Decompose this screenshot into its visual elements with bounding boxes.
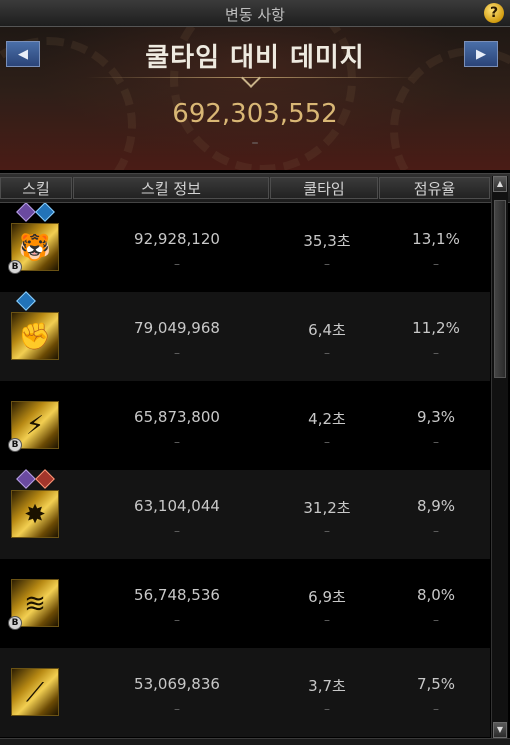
scrollbar-thumb[interactable]: [494, 200, 506, 378]
b-mark-icon: B: [8, 616, 22, 630]
table-header: 스킬 스킬 정보 쿨타임 점유율: [0, 173, 510, 203]
purple-rune-icon: [16, 469, 36, 489]
skill-share: 9,3%: [416, 408, 456, 426]
header-cooldown[interactable]: 쿨타임: [270, 177, 378, 199]
skill-cooldown: 31,2초: [303, 499, 351, 517]
skill-cooldown-change: –: [324, 524, 330, 538]
help-icon[interactable]: ?: [484, 3, 504, 23]
skill-glyph: ⟋: [25, 678, 45, 708]
table-row[interactable]: ≋ B 56,748,536 6,9초 8,0% – – –: [0, 559, 490, 648]
header-skill-info[interactable]: 스킬 정보: [73, 177, 269, 199]
table-row[interactable]: 🐯 B 92,928,120 35,3초 13,1% – – –: [0, 203, 490, 292]
red-rune-icon: [35, 469, 55, 489]
fist-strike-icon[interactable]: ✊: [11, 312, 59, 360]
table-row[interactable]: ✊ 79,049,968 6,4초 11,2% – – –: [0, 291, 490, 381]
skill-share: 13,1%: [412, 230, 460, 248]
total-damage-value: 692,303,552: [172, 99, 338, 129]
skill-cooldown-change: –: [324, 346, 330, 360]
purple-rune-icon: [16, 203, 36, 222]
skill-damage: 63,104,044: [134, 497, 220, 515]
table-row[interactable]: ⚡ B 65,873,800 4,2초 9,3% – – –: [0, 381, 490, 470]
skill-damage-change: –: [174, 524, 180, 538]
skill-share: 11,2%: [412, 319, 460, 337]
window-titlebar: 변동 사항 ?: [0, 0, 510, 27]
skill-glyph: ⚡: [25, 411, 45, 441]
skill-share-change: –: [433, 524, 439, 538]
skill-share: 7,5%: [416, 675, 456, 693]
skill-share-change: –: [433, 346, 439, 360]
scrollbar[interactable]: ▲ ▼: [491, 176, 508, 738]
skill-cooldown: 3,7초: [308, 677, 346, 695]
skill-share-change: –: [433, 702, 439, 716]
table-row[interactable]: ⟋ 53,069,836 3,7초 7,5% – – –: [0, 648, 490, 737]
skill-damage: 56,748,536: [134, 586, 220, 604]
skill-glyph: ✸: [24, 500, 46, 530]
skill-cooldown-change: –: [324, 613, 330, 627]
skill-cooldown: 35,3초: [303, 232, 351, 250]
skill-share-change: –: [433, 257, 439, 271]
skill-cooldown: 4,2초: [308, 410, 346, 428]
skill-cooldown: 6,4초: [308, 321, 346, 339]
b-mark-icon: B: [8, 438, 22, 452]
skill-damage-change: –: [174, 702, 180, 716]
skill-share-change: –: [433, 435, 439, 449]
skill-share: 8,9%: [416, 497, 456, 515]
skill-share-change: –: [433, 613, 439, 627]
banner-title: 쿨타임 대비 데미지: [145, 43, 365, 73]
explosion-icon[interactable]: ✸: [11, 490, 59, 538]
table-row[interactable]: ✸ 63,104,044 31,2초 8,9% – – –: [0, 469, 490, 559]
window-title: 변동 사항: [225, 6, 285, 24]
skill-list: 🐯 B 92,928,120 35,3초 13,1% – – – ✊ 79,049,968 6,4초…: [0, 203, 490, 737]
scroll-down-icon[interactable]: ▼: [493, 722, 507, 738]
header-share[interactable]: 점유율: [379, 177, 490, 199]
summary-banner: ◀ ▶ 쿨타임 대비 데미지 692,303,552 –: [0, 27, 510, 170]
scroll-up-icon[interactable]: ▲: [493, 176, 507, 192]
skill-damage-change: –: [174, 613, 180, 627]
skill-cooldown: 6,9초: [308, 588, 346, 606]
skill-damage: 65,873,800: [134, 408, 220, 426]
skill-damage-change: –: [174, 435, 180, 449]
skill-damage: 53,069,836: [134, 675, 220, 693]
b-mark-icon: B: [8, 260, 22, 274]
skill-cooldown-change: –: [324, 702, 330, 716]
skill-damage-change: –: [174, 257, 180, 271]
skill-share: 8,0%: [416, 586, 456, 604]
slash-icon[interactable]: ⟋: [11, 668, 59, 716]
skill-glyph: ≋: [24, 589, 46, 619]
skill-cooldown-change: –: [324, 435, 330, 449]
skill-glyph: ✊: [18, 322, 52, 352]
total-damage-change: –: [251, 135, 259, 151]
blue-rune-icon: [35, 203, 55, 222]
blue-rune-icon: [16, 291, 36, 311]
skill-cooldown-change: –: [324, 257, 330, 271]
skill-damage: 92,928,120: [134, 230, 220, 248]
skill-glyph: 🐯: [18, 233, 52, 263]
skill-damage-change: –: [174, 346, 180, 360]
skill-damage: 79,049,968: [134, 319, 220, 337]
header-skill[interactable]: 스킬: [0, 177, 72, 199]
